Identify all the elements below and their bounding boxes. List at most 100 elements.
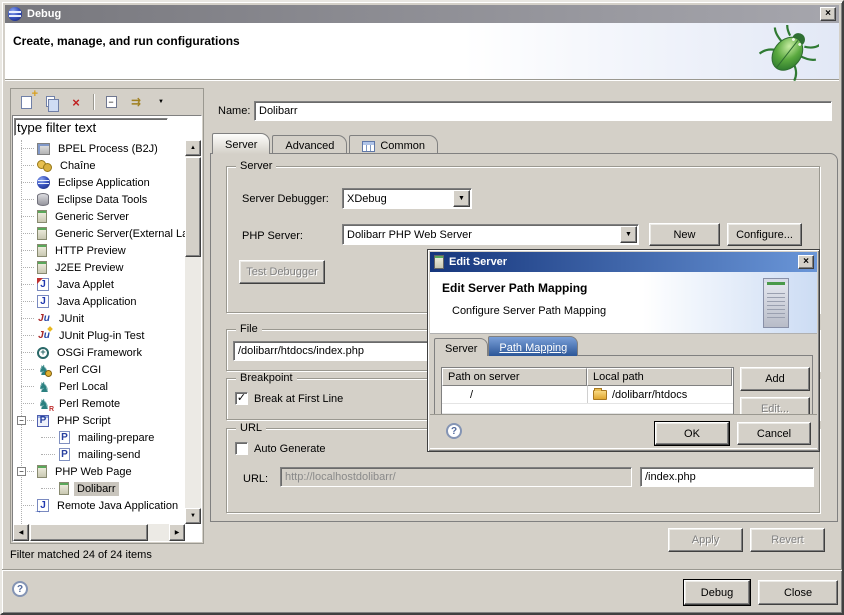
scroll-down-icon[interactable]: ▼ [185, 508, 201, 524]
window-close-button[interactable]: × [820, 7, 836, 21]
dialog-close-button[interactable]: × [798, 255, 814, 269]
tree-item-label: mailing-prepare [75, 431, 157, 445]
delete-configuration-icon[interactable]: × [68, 94, 84, 110]
tree-item-label: Generic Server(External La [52, 227, 185, 241]
collapse-toggle-icon[interactable]: − [17, 467, 26, 476]
tree-item-generic-server-external-la[interactable]: Generic Server(External La [13, 225, 185, 242]
vertical-scroll-thumb[interactable] [185, 157, 201, 257]
tree-item-junit[interactable]: JuJUnit [13, 310, 185, 327]
dialog-tab-server[interactable]: Server [434, 338, 488, 356]
test-debugger-button[interactable]: Test Debugger [239, 260, 325, 284]
local-path-cell: /dolibarr/htdocs [587, 386, 732, 403]
tree-item-mailing-send[interactable]: Pmailing-send [13, 446, 185, 463]
server-group-label: Server [236, 160, 276, 172]
column-path-on-server[interactable]: Path on server [442, 368, 587, 386]
tree-horizontal-scrollbar[interactable]: ◀ ▶ [13, 524, 185, 541]
scroll-left-icon[interactable]: ◀ [13, 524, 29, 541]
debug-button[interactable]: Debug [684, 580, 750, 605]
osgi-icon: + [37, 347, 49, 359]
chevron-down-icon[interactable]: ▼ [620, 226, 637, 243]
php-server-select[interactable]: Dolibarr PHP Web Server ▼ [342, 224, 639, 245]
tree-item-java-applet[interactable]: JJava Applet [13, 276, 185, 293]
new-launch-configuration-icon[interactable] [18, 94, 34, 110]
tree-item-http-preview[interactable]: HTTP Preview [13, 242, 185, 259]
dialog-titlebar[interactable]: Edit Server × [430, 252, 817, 272]
chevron-down-icon[interactable]: ▼ [453, 190, 470, 207]
checkbox-unchecked-icon[interactable] [235, 442, 248, 455]
tree-item-generic-server[interactable]: Generic Server [13, 208, 185, 225]
tab-server[interactable]: Server [212, 133, 270, 154]
table-header-row: Path on server Local path [442, 368, 733, 386]
duplicate-configuration-icon[interactable] [43, 94, 59, 110]
server-debugger-select[interactable]: XDebug ▼ [342, 188, 472, 209]
tree-item-j2ee-preview[interactable]: J2EE Preview [13, 259, 185, 276]
tree-item-perl-cgi[interactable]: ♞Perl CGI [13, 361, 185, 378]
dialog-help-icon[interactable]: ? [446, 423, 462, 439]
checkbox-checked-icon[interactable]: ✓ [235, 392, 248, 405]
mapping-row[interactable]: //dolibarr/htdocs [442, 386, 733, 404]
dialog-header: Edit Server Path Mapping Configure Serve… [430, 272, 817, 334]
tree-item-java-application[interactable]: JJava Application [13, 293, 185, 310]
filter-input[interactable] [14, 118, 168, 136]
server-icon [37, 227, 47, 240]
tree-item-label: Perl Remote [56, 397, 123, 411]
new-server-button[interactable]: New [649, 223, 720, 246]
tree-vertical-scrollbar[interactable]: ▲ ▼ [185, 140, 201, 524]
dialog-tab-path-mapping[interactable]: Path Mapping [488, 336, 578, 356]
junitp-icon: Ju [37, 329, 51, 342]
url-path-input[interactable]: /index.php [640, 467, 814, 487]
tree-item-dolibarr[interactable]: Dolibarr [13, 480, 185, 497]
tree-item-perl-remote[interactable]: ♞Perl Remote [13, 395, 185, 412]
tree-item-junit-plug-in-test[interactable]: JuJUnit Plug-in Test [13, 327, 185, 344]
filter-launch-configurations-icon[interactable]: ⇉ [128, 94, 144, 110]
column-local-path[interactable]: Local path [587, 368, 732, 386]
base-url-input[interactable]: http://localhostdolibarr/ [280, 467, 632, 487]
close-button[interactable]: Close [758, 580, 838, 605]
apply-button[interactable]: Apply [668, 528, 743, 552]
auto-generate-label: Auto Generate [254, 443, 326, 455]
tab-advanced[interactable]: Advanced [272, 135, 347, 154]
horizontal-scroll-thumb[interactable] [30, 524, 148, 541]
tree-item-cha-ne[interactable]: Chaîne [13, 157, 185, 174]
filter-status: Filter matched 24 of 24 items [10, 549, 152, 561]
tree-item-mailing-prepare[interactable]: Pmailing-prepare [13, 429, 185, 446]
tree-item-remote-java-application[interactable]: JRemote Java Application [13, 497, 185, 514]
cancel-button[interactable]: Cancel [737, 422, 811, 445]
ok-button[interactable]: OK [655, 422, 729, 445]
tab-common[interactable]: Common [349, 135, 438, 154]
configurations-tree: BPEL Process (B2J)ChaîneEclipse Applicat… [13, 140, 185, 524]
revert-button[interactable]: Revert [750, 528, 825, 552]
tree-item-osgi-framework[interactable]: +OSGi Framework [13, 344, 185, 361]
tree-item-php-script[interactable]: −PPHP Script [13, 412, 185, 429]
configure-server-button[interactable]: Configure... [727, 223, 802, 246]
tree-item-eclipse-application[interactable]: Eclipse Application [13, 174, 185, 191]
break-first-line-checkbox[interactable]: ✓ Break at First Line [235, 392, 343, 405]
collapse-toggle-icon[interactable]: − [17, 416, 26, 425]
edit-server-dialog: Edit Server × Edit Server Path Mapping C… [427, 249, 820, 452]
window-title: Debug [27, 8, 61, 20]
tree-item-eclipse-data-tools[interactable]: Eclipse Data Tools [13, 191, 185, 208]
banner-title: Create, manage, and run configurations [13, 34, 240, 48]
phpf-icon: P [59, 448, 70, 461]
name-input[interactable]: Dolibarr [254, 101, 832, 121]
scroll-up-icon[interactable]: ▲ [185, 140, 201, 156]
collapse-all-icon[interactable]: − [103, 94, 119, 110]
help-icon[interactable]: ? [12, 581, 28, 597]
java-icon: J [37, 295, 49, 308]
menu-dropdown-icon[interactable]: ▼ [153, 94, 169, 110]
db-icon [37, 193, 49, 206]
tree-item-perl-local[interactable]: ♞Perl Local [13, 378, 185, 395]
eclipse-logo-icon [8, 7, 22, 21]
window-titlebar[interactable]: Debug × [5, 5, 839, 23]
add-mapping-button[interactable]: Add [740, 367, 810, 391]
file-group-label: File [236, 323, 262, 335]
tree-item-php-web-page[interactable]: −PHP Web Page [13, 463, 185, 480]
scroll-right-icon[interactable]: ▶ [169, 524, 185, 541]
auto-generate-checkbox[interactable]: Auto Generate [235, 442, 326, 455]
server-tower-icon [763, 278, 789, 328]
tree-item-bpel-process-b2j[interactable]: BPEL Process (B2J) [13, 140, 185, 157]
eclipse-icon [37, 176, 50, 189]
footer-separator [2, 569, 842, 571]
config-tabs: Server Advanced Common [212, 133, 440, 154]
tree-item-label: HTTP Preview [52, 244, 129, 258]
